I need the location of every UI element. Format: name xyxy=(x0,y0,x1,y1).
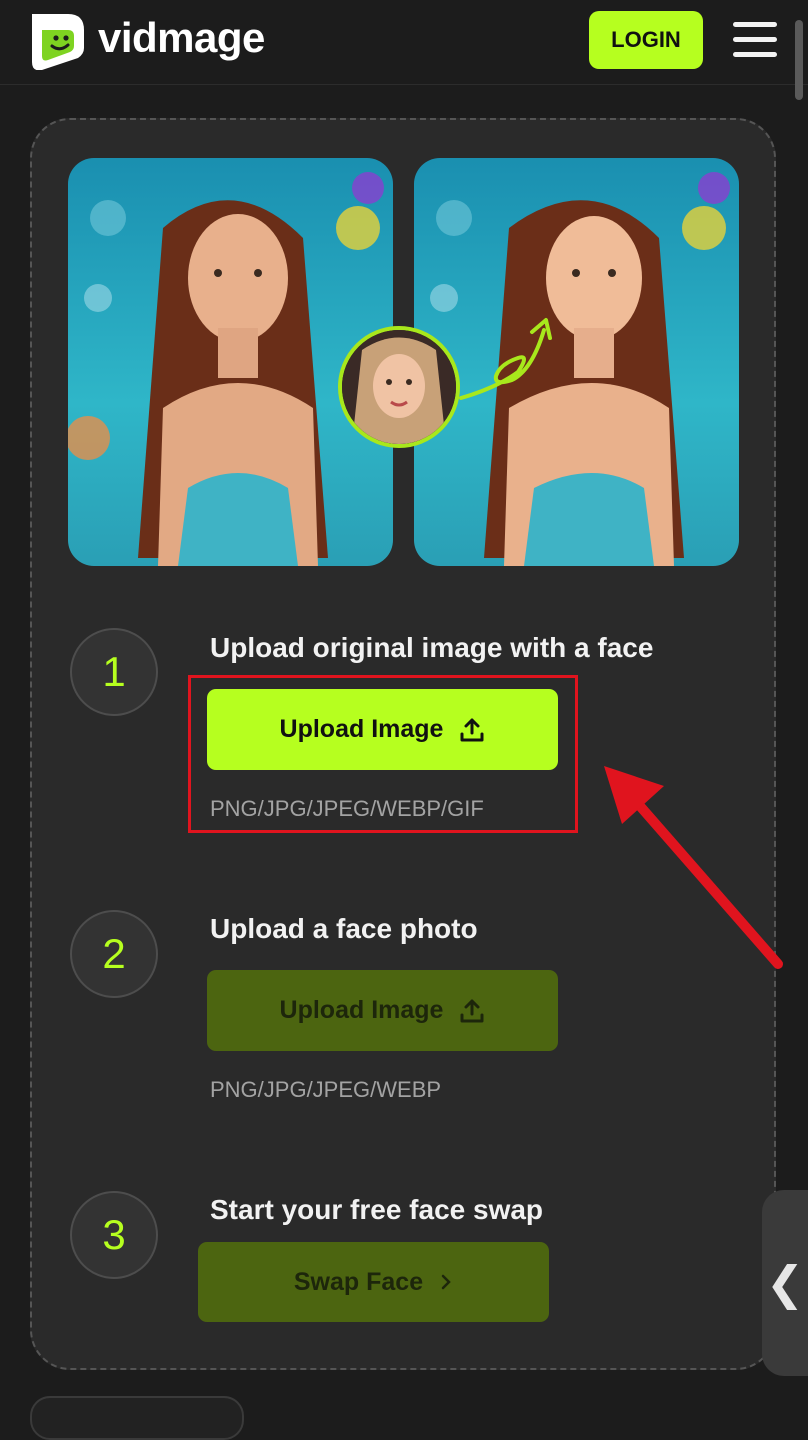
upload-button-label: Upload Image xyxy=(279,996,444,1024)
upload-face-photo-button[interactable]: Upload Image xyxy=(207,970,558,1051)
step-2-title: Upload a face photo xyxy=(210,913,478,944)
brand-name[interactable]: vidmage xyxy=(98,14,265,62)
vidmage-logo-icon[interactable] xyxy=(28,10,88,70)
top-header: vidmage LOGIN xyxy=(0,0,808,100)
step-1-number: 1 xyxy=(70,628,158,716)
swap-face-button[interactable]: Swap Face xyxy=(198,1242,549,1322)
login-button[interactable]: LOGIN xyxy=(589,11,703,69)
side-panel-toggle[interactable]: ❮ xyxy=(762,1190,808,1376)
upload-icon xyxy=(460,999,484,1022)
chevron-left-icon: ❮ xyxy=(765,1257,805,1309)
swap-face-label: Swap Face xyxy=(293,1267,424,1296)
step-2-formats: PNG/JPG/JPEG/WEBP xyxy=(210,1077,442,1102)
swap-arrow-icon xyxy=(459,318,552,400)
bottom-floating-element[interactable] xyxy=(30,1396,244,1440)
step-2-number: 2 xyxy=(70,910,158,998)
annotation-arrow-icon xyxy=(604,766,783,969)
hamburger-menu-icon[interactable] xyxy=(733,22,779,58)
step-3-title: Start your free face swap xyxy=(210,1194,544,1225)
annotation-highlight-box xyxy=(188,675,578,833)
step-1-title: Upload original image with a face xyxy=(210,632,654,663)
step-3-number: 3 xyxy=(70,1191,158,1279)
chevron-right-icon xyxy=(441,1274,451,1290)
face-photo-thumbnail xyxy=(338,326,460,448)
page-scrollbar[interactable] xyxy=(795,20,803,100)
